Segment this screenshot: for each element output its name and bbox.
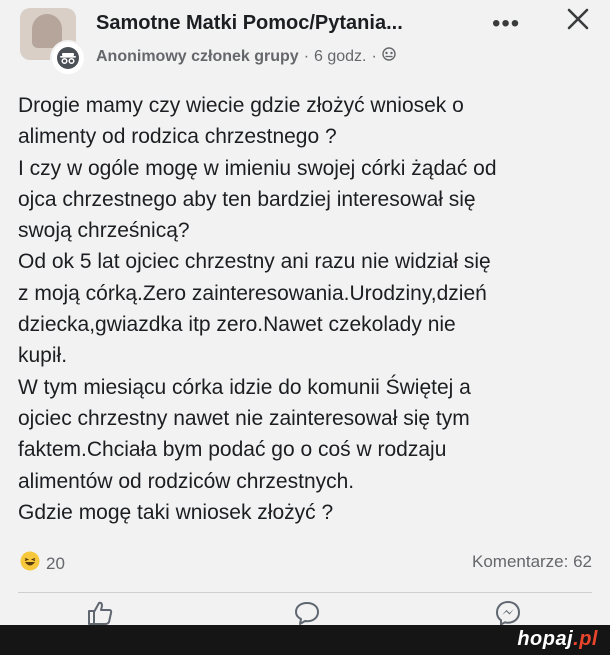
post-text-line: ojciec chrzestny nawet nie zainteresował… xyxy=(18,406,470,430)
messenger-icon xyxy=(495,600,521,627)
meta-separator: · xyxy=(303,47,310,65)
post-text-line: kupił. xyxy=(18,344,68,368)
anonymous-member-icon xyxy=(50,40,86,76)
post-text-line: faktem.Chciała bym podać go o coś w rodz… xyxy=(18,438,447,462)
watermark-logo: hopaj.pl xyxy=(517,628,598,650)
post-text-line: z moją córką.Zero zainteresowania.Urodzi… xyxy=(18,281,487,305)
divider xyxy=(18,592,592,593)
post-text-line: Od ok 5 lat ojciec chrzestny ani razu ni… xyxy=(18,250,491,274)
post-meta: Anonimowy członek grupy · 6 godz. · xyxy=(96,47,396,66)
post-text-line: Gdzie mogę taki wniosek złożyć ? xyxy=(18,500,334,524)
post-body: Drogie mamy czy wiecie gdzie złożyć wnio… xyxy=(18,90,598,528)
post-header: Samotne Matki Pomoc/Pytania... Anonimowy… xyxy=(0,0,610,80)
group-privacy-icon xyxy=(382,47,396,66)
reactions-summary[interactable]: 20 xyxy=(20,551,65,576)
post-text-line: ojca chrzestnego aby ten bardziej intere… xyxy=(18,187,476,211)
meta-separator: · xyxy=(371,47,377,65)
comment-icon xyxy=(295,602,319,625)
post-text-line: I czy w ogóle mogę w imieniu swojej córk… xyxy=(18,156,497,180)
post-text-line: Drogie mamy czy wiecie gdzie złożyć wnio… xyxy=(18,94,464,117)
reaction-count: 20 xyxy=(46,553,65,573)
post-text-line: alimentów od rodziców chrzestnych. xyxy=(18,469,355,493)
post-time[interactable]: 6 godz. xyxy=(314,48,366,66)
comments-count-link[interactable]: Komentarze: 62 xyxy=(472,552,592,572)
like-icon xyxy=(88,601,113,625)
post-text-line: W tym miesiącu córka idzie do komunii Św… xyxy=(18,375,471,399)
author-name[interactable]: Anonimowy członek grupy xyxy=(96,48,299,66)
post-text-line: swoją chrześnicą? xyxy=(18,219,190,243)
post-text-line: dziecka,gwiazdka itp zero.Nawet czekolad… xyxy=(18,313,456,337)
close-icon[interactable] xyxy=(565,6,591,37)
watermark-bar: hopaj.pl xyxy=(0,625,610,655)
more-options-icon[interactable]: ••• xyxy=(492,10,520,38)
haha-emoji-icon xyxy=(20,551,40,576)
post-text-line: alimenty od rodzica chrzestnego ? xyxy=(18,125,337,149)
group-name-link[interactable]: Samotne Matki Pomoc/Pytania... xyxy=(96,12,403,35)
